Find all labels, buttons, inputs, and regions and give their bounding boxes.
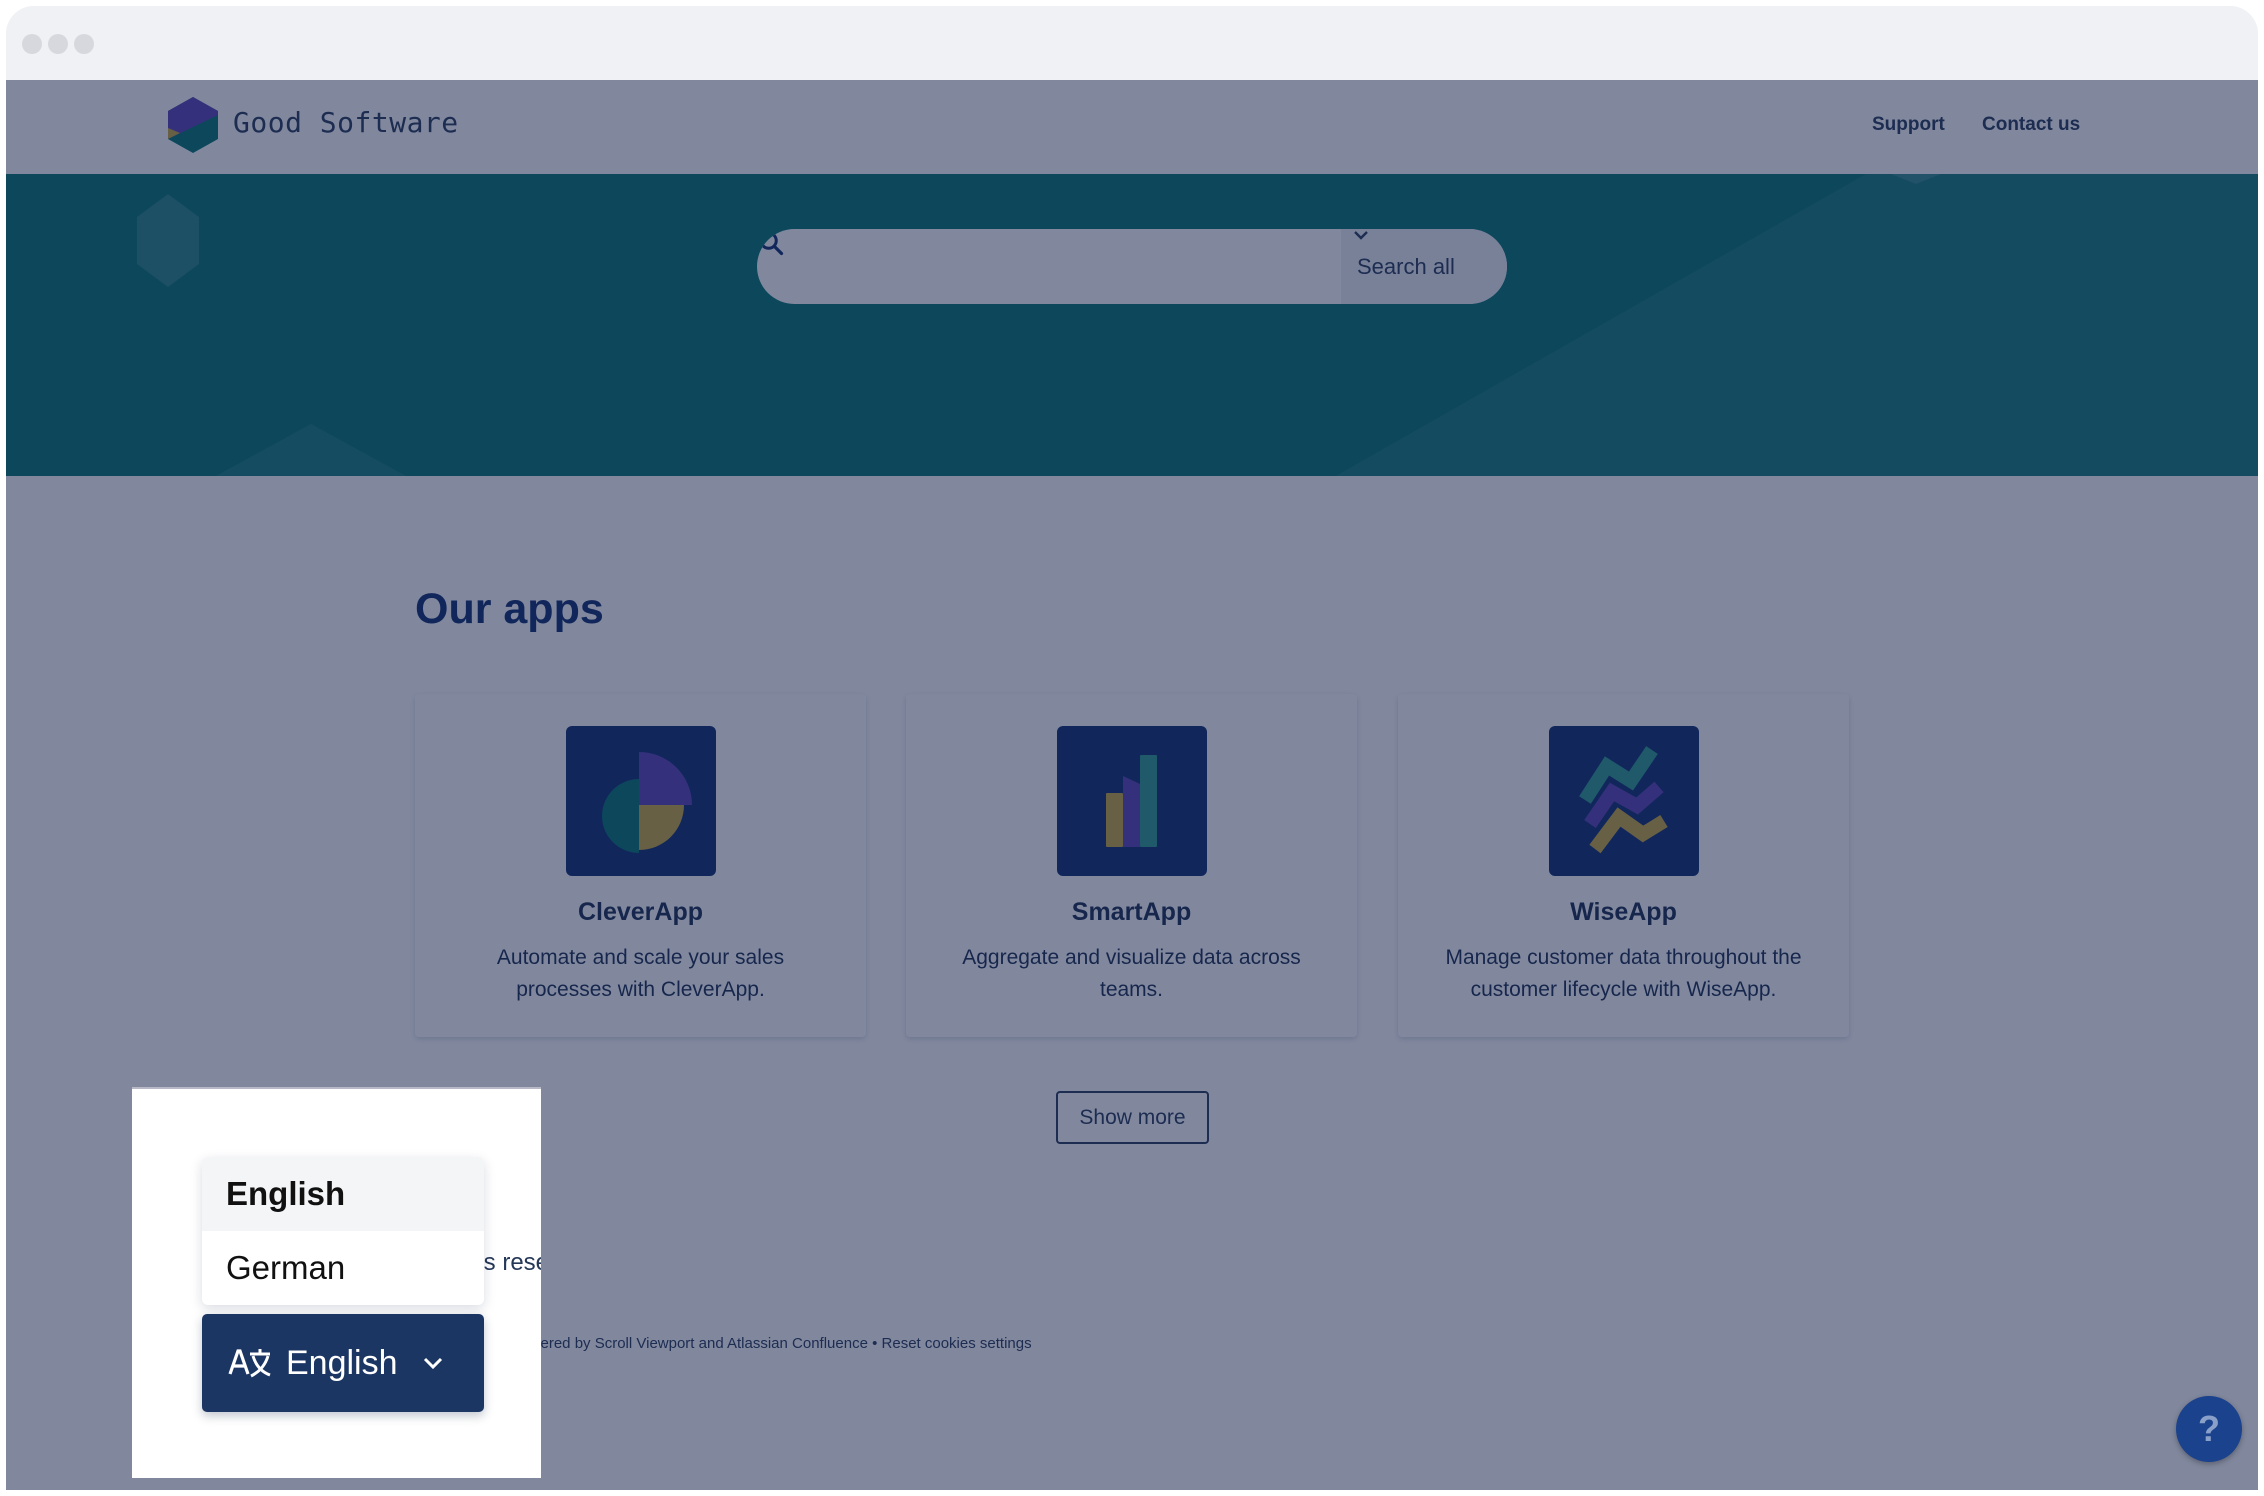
language-menu: English German bbox=[202, 1157, 484, 1305]
help-button[interactable]: ? bbox=[2176, 1396, 2242, 1462]
window-maximize-button[interactable] bbox=[74, 34, 94, 54]
window-minimize-button[interactable] bbox=[48, 34, 68, 54]
language-selector-button[interactable]: English bbox=[202, 1314, 484, 1412]
question-mark-icon: ? bbox=[2198, 1408, 2220, 1449]
page: Good Software Support Contact us Search … bbox=[6, 80, 2258, 1490]
window-close-button[interactable] bbox=[22, 34, 42, 54]
copyright-text: ts rese bbox=[477, 1249, 541, 1276]
browser-window: Good Software Support Contact us Search … bbox=[6, 6, 2258, 1490]
language-option-german[interactable]: German bbox=[202, 1231, 484, 1305]
translate-icon bbox=[228, 1349, 271, 1378]
browser-chrome bbox=[6, 6, 2258, 80]
language-option-english[interactable]: English bbox=[202, 1157, 484, 1231]
language-switcher-spotlight: ts rese English German English bbox=[132, 1087, 541, 1478]
chevron-down-icon bbox=[423, 1357, 442, 1370]
current-language-label: English bbox=[286, 1343, 398, 1382]
